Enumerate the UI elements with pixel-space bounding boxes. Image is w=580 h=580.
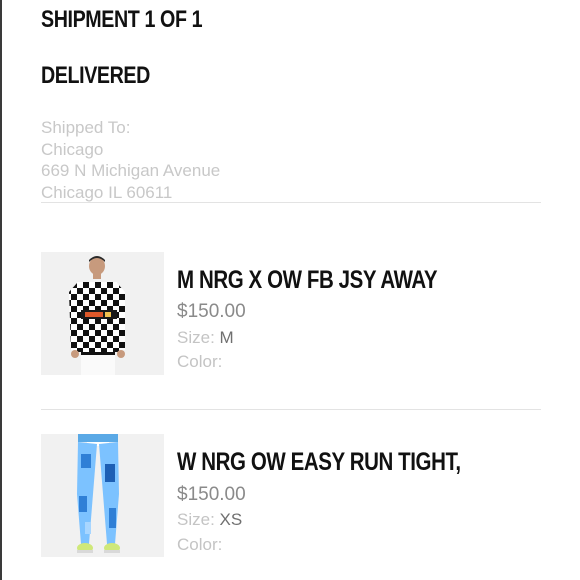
size-value: M bbox=[219, 328, 234, 347]
address-name: Chicago bbox=[41, 139, 104, 159]
address-label: Shipped To: bbox=[41, 118, 131, 137]
item-name[interactable]: M NRG X OW FB JSY AWAY bbox=[177, 266, 438, 295]
jersey-model-image bbox=[41, 252, 164, 375]
size-value: XS bbox=[219, 510, 243, 529]
product-image-jersey[interactable] bbox=[41, 252, 164, 375]
shipping-address: Shipped To: Chicago 669 N Michigan Avenu… bbox=[41, 117, 220, 203]
left-border bbox=[0, 0, 2, 580]
item-name[interactable]: W NRG OW EASY RUN TIGHT, bbox=[177, 448, 461, 477]
size-label: Size: bbox=[177, 328, 215, 347]
address-city: Chicago IL 60611 bbox=[41, 182, 173, 202]
item-price: $150.00 bbox=[177, 301, 246, 322]
item-size: Size: XS bbox=[177, 510, 242, 530]
item-color: Color: bbox=[177, 352, 222, 372]
size-label: Size: bbox=[177, 510, 215, 529]
tights-product-image bbox=[41, 434, 164, 557]
delivery-status: DELIVERED bbox=[41, 62, 150, 89]
item-size: Size: M bbox=[177, 328, 234, 348]
address-street: 669 N Michigan Avenue bbox=[41, 161, 221, 180]
product-image-tight[interactable] bbox=[41, 434, 164, 557]
color-label: Color: bbox=[177, 352, 223, 371]
item-color: Color: bbox=[177, 535, 222, 555]
color-label: Color: bbox=[177, 535, 223, 554]
divider bbox=[41, 202, 541, 203]
shipment-title: SHIPMENT 1 OF 1 bbox=[41, 6, 203, 33]
divider bbox=[41, 409, 541, 410]
item-price: $150.00 bbox=[177, 484, 246, 505]
